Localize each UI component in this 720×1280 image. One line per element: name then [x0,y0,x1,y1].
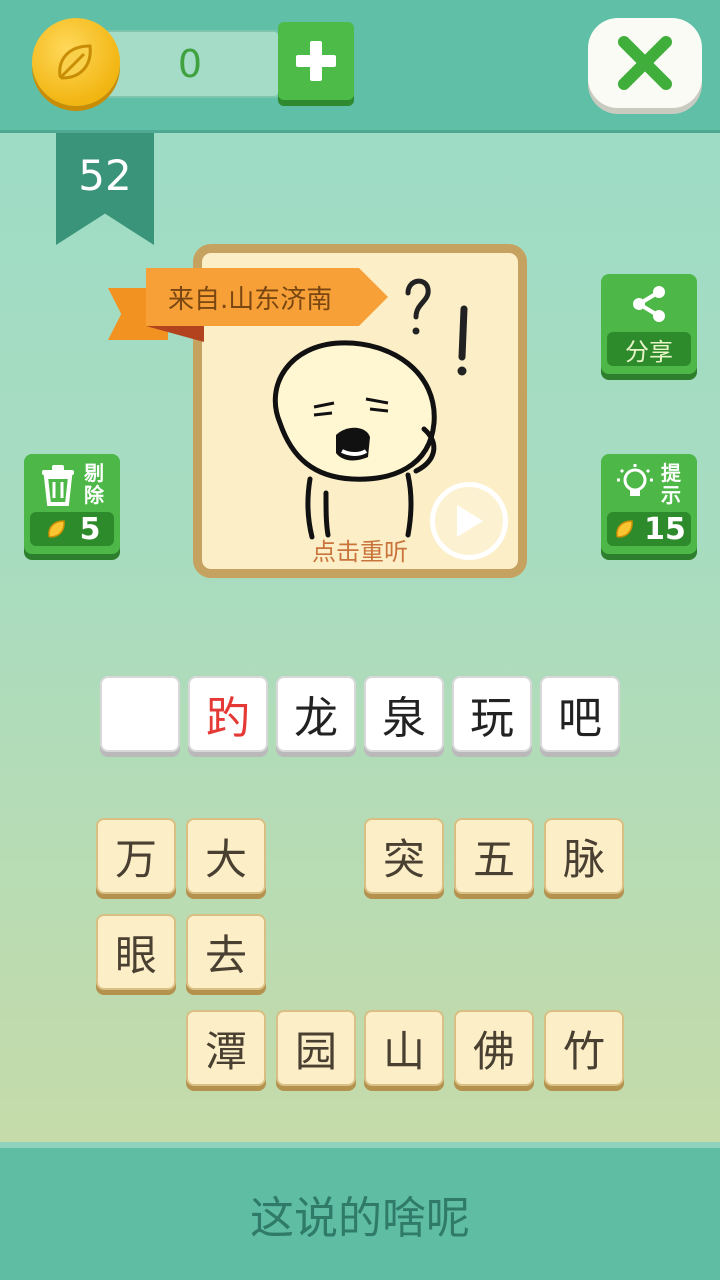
hint-cost: 15 [607,511,691,547]
replay-label[interactable]: 点击重听 [300,532,420,567]
share-button[interactable]: 分享 [601,274,697,374]
choice-tile[interactable]: 佛 [454,1010,534,1086]
choice-tile[interactable]: 潭 [186,1010,266,1086]
coin-icon [32,18,120,106]
share-label: 分享 [607,332,691,366]
close-x-icon [618,36,672,90]
origin-tag: 来自.山东济南 [146,268,388,326]
choice-tile[interactable]: 脉 [544,818,624,894]
hint-label-1: 提 [661,461,681,485]
level-number: 52 [78,151,132,200]
choice-tile[interactable]: 山 [364,1010,444,1086]
answer-slot[interactable] [100,676,180,752]
remove-button[interactable]: 剔 除 5 [24,454,120,554]
play-audio-button[interactable] [430,482,508,560]
remove-cost: 5 [30,511,114,547]
question-text: 这说的啥呢 [250,1193,470,1244]
remove-label-2: 除 [84,483,104,507]
plus-icon [296,41,336,81]
choice-tile[interactable]: 万 [96,818,176,894]
choice-tile[interactable]: 园 [276,1010,356,1086]
choice-tile[interactable]: 去 [186,914,266,990]
lightbulb-icon [617,464,653,496]
add-coins-button[interactable] [278,22,354,100]
remove-label-1: 剔 [84,461,104,485]
coin-leaf-icon [616,520,633,538]
play-icon [457,505,483,537]
trash-icon [42,465,74,506]
choice-tile[interactable]: 竹 [544,1010,624,1086]
choice-tile[interactable]: 大 [186,818,266,894]
coin-leaf-icon [58,44,92,80]
answer-slot[interactable]: 趵 [188,676,268,752]
answer-slot[interactable]: 吧 [540,676,620,752]
remove-cost-value: 5 [79,511,101,547]
choice-tile[interactable]: 五 [454,818,534,894]
answer-slot[interactable]: 泉 [364,676,444,752]
share-icon [633,286,665,322]
answer-slot[interactable]: 玩 [452,676,532,752]
close-button[interactable] [588,18,702,108]
question-footer: 这说的啥呢 [0,1142,720,1280]
hint-button[interactable]: 提 示 15 [601,454,697,554]
hint-label-2: 示 [661,483,681,507]
answer-slot[interactable]: 龙 [276,676,356,752]
hint-cost-value: 15 [644,511,686,547]
coin-count: 0 [100,30,280,98]
choice-tile[interactable]: 眼 [96,914,176,990]
coin-leaf-icon [47,520,65,538]
choice-tile[interactable]: 突 [364,818,444,894]
